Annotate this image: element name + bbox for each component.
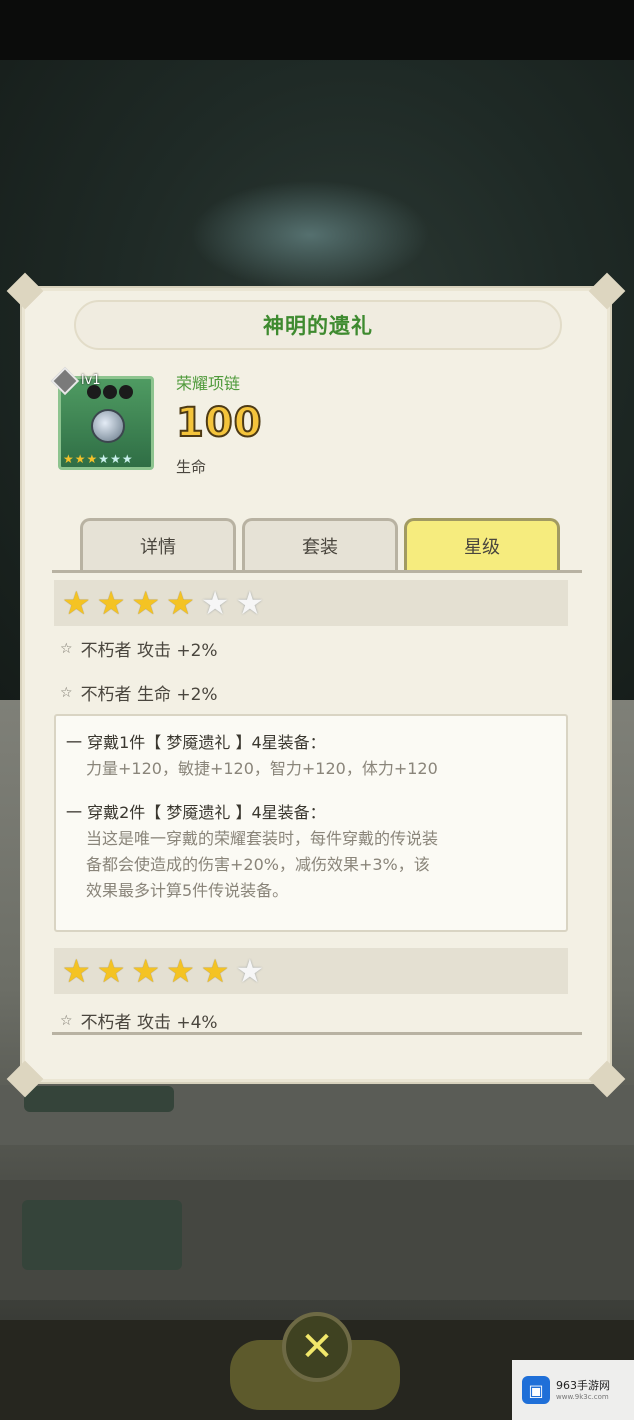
bonus-text: 不朽者 攻击 +4% [80, 1013, 218, 1032]
dialog-title: 神明的遗礼 [263, 314, 373, 338]
tab-set[interactable]: 套装 [242, 518, 398, 570]
bonus-line: ☆ 不朽者 攻击 +4% [60, 1008, 218, 1033]
star-filled-icon: ★ [74, 452, 86, 466]
close-button[interactable]: ✕ [282, 1312, 352, 1382]
set-bonus-heading: 一 穿戴1件【 梦魇遗礼 】4星装备： [66, 733, 326, 752]
set-bonus-text: 力量+120，敏捷+120，智力+120，体力+120 [86, 759, 438, 778]
bonus-text: 不朽者 攻击 +2% [80, 641, 218, 661]
star-outline-icon: ☆ [60, 640, 73, 657]
item-type: 荣耀项链 [176, 374, 241, 393]
necklace-orb-icon [91, 409, 125, 443]
star-empty-icon: ★ [98, 452, 110, 466]
star-filled-icon: ★ [96, 952, 126, 990]
star-empty-icon: ★ [121, 452, 133, 466]
list-bottom-divider [52, 1032, 582, 1035]
tab-details[interactable]: 详情 [80, 518, 236, 570]
item-stat-label: 生命 [176, 458, 207, 476]
star-empty-icon: ★ [235, 584, 265, 622]
item-icon[interactable]: lv1 ★ ★ ★ ★ ★ ★ [50, 366, 154, 470]
set-bonus-text: 效果最多计算5件传说装备。 [86, 881, 289, 900]
socket-icon [103, 385, 117, 399]
bonus-text: 不朽者 生命 +2% [80, 685, 218, 705]
item-stat-value: 100 [175, 399, 263, 447]
star-outline-icon: ☆ [60, 684, 73, 701]
item-star-rating: ★ ★ ★ ★ ★ ★ [63, 453, 133, 465]
set-bonus-text: 备都会使造成的伤害+20%，减伤效果+3%，该 [86, 855, 430, 874]
background-blur [190, 180, 430, 290]
star-empty-icon: ★ [110, 452, 121, 466]
star-level-list[interactable]: ★ ★ ★ ★ ★ ★ ☆ 不朽者 攻击 +2% ☆ 不朽者 生命 +2% 一 穿戴1件【… [50, 574, 586, 1032]
star-empty-icon: ★ [200, 584, 230, 622]
set-bonus-box: 一 穿戴1件【 梦魇遗礼 】4星装备： 力量+120，敏捷+120，智力+120… [54, 714, 568, 932]
star-filled-icon: ★ [62, 584, 91, 622]
bonus-line: ☆ 不朽者 攻击 +2% [60, 636, 218, 662]
item-detail-dialog: 神明的遗礼 lv1 ★ ★ ★ ★ ★ ★ 荣耀项链 100 生命 详情 套装 星级 ★ ★… [6, 272, 626, 1098]
star-tier-row: ★ ★ ★ ★ ★ ★ [54, 580, 568, 626]
tab-divider [52, 570, 582, 573]
socket-icon [87, 385, 101, 399]
set-bonus-heading: 一 穿戴2件【 梦魇遗礼 】4星装备： [66, 803, 326, 822]
star-filled-icon: ★ [131, 584, 161, 622]
star-filled-icon: ★ [86, 452, 98, 466]
star-filled-icon: ★ [131, 952, 161, 990]
background-block [22, 1200, 182, 1270]
socket-icon [119, 385, 133, 399]
bonus-line: ☆ 不朽者 生命 +2% [60, 680, 218, 706]
close-x-icon: ✕ [300, 1324, 334, 1370]
dialog-title-banner: 神明的遗礼 [74, 300, 562, 350]
tab-star-level[interactable]: 星级 [404, 518, 560, 570]
star-filled-icon: ★ [62, 952, 91, 990]
star-empty-icon: ★ [235, 952, 265, 990]
background-top [0, 0, 634, 60]
site-watermark: ▣ 963手游网 www.9k3c.com [512, 1360, 634, 1420]
background-block [24, 1086, 174, 1112]
watermark-name: 963手游网 [556, 1379, 610, 1392]
star-outline-icon: ☆ [60, 1012, 73, 1029]
star-tier-row: ★ ★ ★ ★ ★ ★ [54, 948, 568, 994]
star-filled-icon: ★ [200, 952, 230, 990]
star-filled-icon: ★ [166, 584, 195, 622]
star-filled-icon: ★ [63, 452, 74, 466]
watermark-url: www.9k3c.com [556, 1393, 609, 1401]
level-diamond-icon [50, 366, 80, 396]
star-filled-icon: ★ [96, 584, 126, 622]
watermark-logo-icon: ▣ [522, 1376, 550, 1404]
set-bonus-text: 当这是唯一穿戴的荣耀套装时，每件穿戴的传说装 [86, 829, 439, 848]
star-filled-icon: ★ [166, 952, 195, 990]
